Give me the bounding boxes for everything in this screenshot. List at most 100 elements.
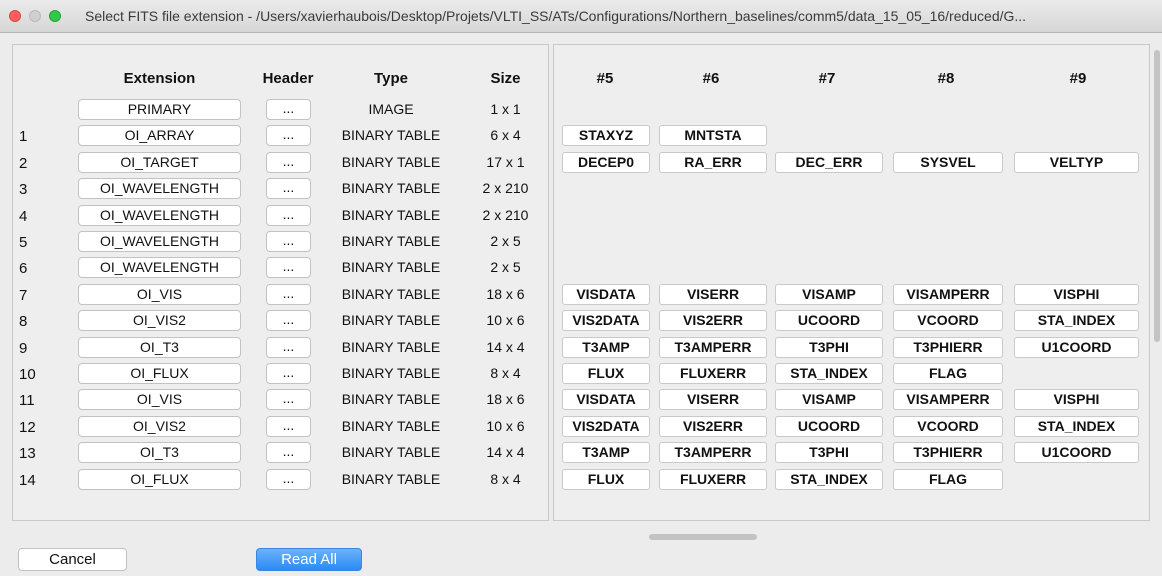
- column-button[interactable]: VISDATA: [562, 283, 650, 305]
- column-button[interactable]: VISPHI: [1014, 283, 1139, 305]
- column-header: #5: [596, 70, 614, 87]
- extension-button[interactable]: OI_FLUX: [78, 468, 241, 490]
- column-button[interactable]: STA_INDEX: [775, 363, 883, 384]
- column-button[interactable]: FLUXERR: [659, 363, 767, 384]
- view-header-button[interactable]: ...: [266, 178, 311, 200]
- view-header-button[interactable]: ...: [266, 204, 311, 226]
- extension-button[interactable]: OI_WAVELENGTH: [78, 178, 241, 200]
- extension-button[interactable]: OI_VIS: [78, 389, 241, 411]
- column-button[interactable]: STA_INDEX: [775, 468, 883, 490]
- column-button[interactable]: T3PHIERR: [893, 442, 1003, 464]
- view-header-button[interactable]: ...: [266, 468, 311, 490]
- type-cell: BINARY TABLE: [341, 312, 441, 329]
- column-button[interactable]: T3PHI: [775, 442, 883, 464]
- table-row: 2 OI_TARGET... BINARY TABLE 17 x 1: [13, 150, 548, 176]
- extension-button[interactable]: OI_TARGET: [78, 151, 241, 173]
- column-button[interactable]: FLAG: [893, 468, 1003, 490]
- table-row: 7 OI_VIS... BINARY TABLE 18 x 6: [13, 282, 548, 308]
- view-header-button[interactable]: ...: [266, 125, 311, 147]
- column-button[interactable]: T3AMP: [562, 442, 650, 464]
- row-number: 12: [19, 418, 36, 436]
- column-button[interactable]: STAXYZ: [562, 125, 650, 147]
- extension-button[interactable]: OI_VIS: [78, 283, 241, 305]
- view-header-button[interactable]: ...: [266, 363, 311, 384]
- column-button[interactable]: VCOORD: [893, 310, 1003, 332]
- column-button[interactable]: VISAMP: [775, 283, 883, 305]
- view-header-button[interactable]: ...: [266, 389, 311, 411]
- column-button[interactable]: DECEP0: [562, 151, 650, 173]
- size-cell: 2 x 210: [482, 180, 529, 197]
- column-button[interactable]: VISAMP: [775, 389, 883, 411]
- column-button[interactable]: VCOORD: [893, 415, 1003, 437]
- column-button[interactable]: DEC_ERR: [775, 151, 883, 173]
- column-button[interactable]: SYSVEL: [893, 151, 1003, 173]
- column-header: #7: [818, 70, 836, 87]
- column-button[interactable]: T3AMPERR: [659, 336, 767, 358]
- extension-button[interactable]: PRIMARY: [78, 99, 241, 120]
- cancel-button[interactable]: Cancel: [18, 548, 127, 571]
- close-window-icon[interactable]: [9, 10, 21, 22]
- column-button[interactable]: T3AMPERR: [659, 442, 767, 464]
- column-button[interactable]: VIS2ERR: [659, 310, 767, 332]
- view-header-button[interactable]: ...: [266, 231, 311, 252]
- column-button[interactable]: VISDATA: [562, 389, 650, 411]
- extension-button[interactable]: OI_ARRAY: [78, 125, 241, 147]
- title-bar: Select FITS file extension - /Users/xavi…: [0, 0, 1162, 33]
- column-button[interactable]: VISERR: [659, 283, 767, 305]
- vertical-scroll-thumb[interactable]: [1154, 50, 1160, 342]
- column-button[interactable]: VISPHI: [1014, 389, 1139, 411]
- minimize-window-icon[interactable]: [29, 10, 41, 22]
- extension-button[interactable]: OI_VIS2: [78, 310, 241, 332]
- column-button[interactable]: T3AMP: [562, 336, 650, 358]
- horizontal-scroll-thumb[interactable]: [649, 534, 757, 540]
- column-button[interactable]: U1COORD: [1014, 336, 1139, 358]
- type-cell: BINARY TABLE: [341, 127, 441, 144]
- column-button[interactable]: RA_ERR: [659, 151, 767, 173]
- horizontal-scrollbar[interactable]: [553, 530, 1143, 544]
- column-button[interactable]: VIS2DATA: [562, 415, 650, 437]
- read-all-button[interactable]: Read All: [256, 548, 362, 571]
- view-header-button[interactable]: ...: [266, 310, 311, 332]
- extension-button[interactable]: OI_T3: [78, 336, 241, 358]
- extension-button[interactable]: OI_WAVELENGTH: [78, 204, 241, 226]
- extension-button[interactable]: OI_WAVELENGTH: [78, 231, 241, 252]
- column-button[interactable]: STA_INDEX: [1014, 310, 1139, 332]
- column-button[interactable]: FLUX: [562, 363, 650, 384]
- column-button[interactable]: T3PHI: [775, 336, 883, 358]
- column-button[interactable]: VIS2DATA: [562, 310, 650, 332]
- column-button[interactable]: VISAMPERR: [893, 283, 1003, 305]
- column-button[interactable]: FLUX: [562, 468, 650, 490]
- vertical-scrollbar[interactable]: [1151, 44, 1162, 346]
- view-header-button[interactable]: ...: [266, 151, 311, 173]
- extension-button[interactable]: OI_FLUX: [78, 363, 241, 384]
- column-button[interactable]: UCOORD: [775, 310, 883, 332]
- size-cell: 10 x 6: [486, 417, 525, 434]
- column-button[interactable]: T3PHIERR: [893, 336, 1003, 358]
- view-header-button[interactable]: ...: [266, 336, 311, 358]
- column-button[interactable]: VISERR: [659, 389, 767, 411]
- column-button[interactable]: VELTYP: [1014, 151, 1139, 173]
- column-button[interactable]: VIS2ERR: [659, 415, 767, 437]
- column-button[interactable]: MNTSTA: [659, 125, 767, 147]
- type-cell: BINARY TABLE: [341, 365, 441, 381]
- row-number: 10: [19, 366, 36, 383]
- view-header-button[interactable]: ...: [266, 257, 311, 279]
- view-header-button[interactable]: ...: [266, 283, 311, 305]
- view-header-button[interactable]: ...: [266, 415, 311, 437]
- column-button[interactable]: STA_INDEX: [1014, 415, 1139, 437]
- column-button[interactable]: U1COORD: [1014, 442, 1139, 464]
- extension-button[interactable]: OI_VIS2: [78, 415, 241, 437]
- column-button[interactable]: VISAMPERR: [893, 389, 1003, 411]
- extension-button[interactable]: OI_T3: [78, 442, 241, 464]
- column-button[interactable]: FLAG: [893, 363, 1003, 384]
- extension-button[interactable]: OI_WAVELENGTH: [78, 257, 241, 279]
- size-cell: 1 x 1: [490, 101, 521, 117]
- zoom-window-icon[interactable]: [49, 10, 61, 22]
- view-header-button[interactable]: ...: [266, 99, 311, 120]
- column-button[interactable]: UCOORD: [775, 415, 883, 437]
- view-header-button[interactable]: ...: [266, 442, 311, 464]
- table-row: 4 OI_WAVELENGTH... BINARY TABLE 2 x 210: [13, 203, 548, 229]
- table-row: 9 OI_T3... BINARY TABLE 14 x 4: [13, 335, 548, 361]
- type-cell: BINARY TABLE: [341, 233, 441, 249]
- column-button[interactable]: FLUXERR: [659, 468, 767, 490]
